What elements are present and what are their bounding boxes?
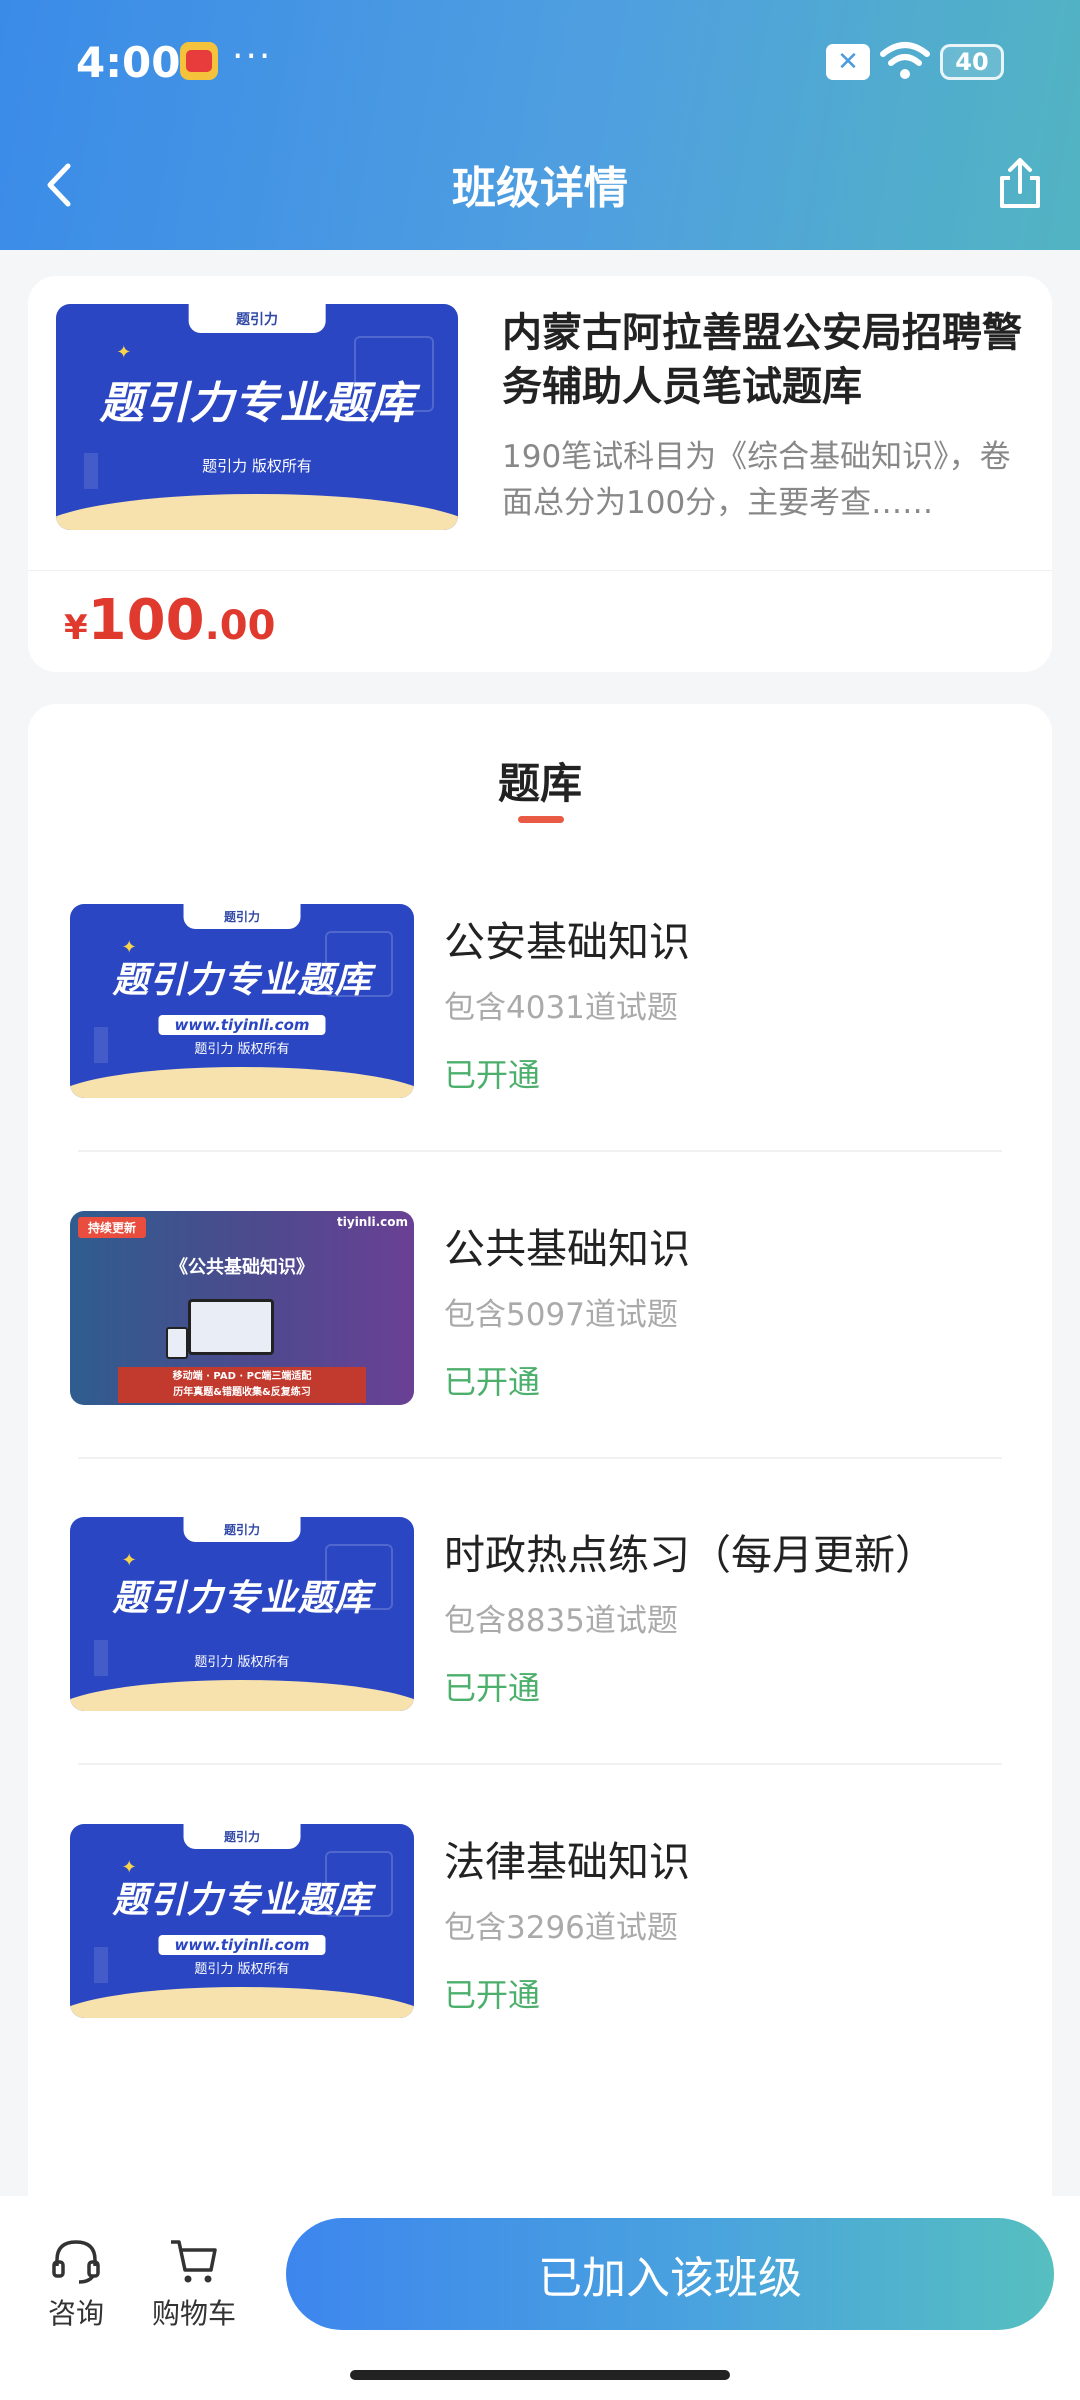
cart-button[interactable]: 购物车 [134, 2236, 254, 2332]
bank-item-public-basics[interactable]: 持续更新 tiyinli.com 《公共基础知识》 移动端 · PAD · PC… [28, 1211, 1052, 1517]
page-title: 班级详情 [452, 163, 628, 214]
bank-item-name: 法律基础知识 [444, 1838, 690, 1886]
divider [78, 1457, 1002, 1459]
price-decimal: .00 [204, 603, 276, 649]
divider [28, 570, 1052, 571]
status-bar: 4:00 ··· ✕ 40 [0, 0, 1080, 120]
bank-item-status: 已开通 [444, 1976, 541, 2014]
cover-headline: 题引力专业题库 [112, 959, 372, 1001]
cover-brand: tiyinli.com [337, 1215, 408, 1229]
wifi-icon [880, 42, 930, 79]
cover-url: www.tiyinli.com [158, 1014, 326, 1035]
cover-banner-line: 历年真题&错题收集&反复练习 [173, 1387, 311, 1398]
share-icon[interactable] [996, 156, 1044, 210]
bank-item-name: 公安基础知识 [444, 918, 690, 966]
cover-title: 《公共基础知识》 [170, 1257, 314, 1278]
headset-icon [52, 2240, 100, 2284]
cover-copyright: 题引力 版权所有 [194, 1655, 290, 1671]
cover-headline: 题引力专业题库 [112, 1578, 372, 1620]
bank-item-name: 公共基础知识 [444, 1225, 690, 1273]
consult-label: 咨询 [47, 2297, 104, 2330]
status-time: 4:00 [76, 38, 181, 87]
bank-item-name: 时政热点练习（每月更新） [444, 1531, 936, 1579]
cover-banner: 移动端 · PAD · PC端三端适配 历年真题&错题收集&反复练习 [118, 1367, 366, 1403]
tab-question-bank[interactable]: 题库 [28, 750, 1052, 811]
question-bank-section: 题库 题引力 ✦ 题引力专业题库 www.tiyinli.com 题引力 版权所… [28, 704, 1052, 2204]
monitor-icon [188, 1299, 274, 1355]
bank-item-status: 已开通 [444, 1056, 541, 1094]
cover-tab: 题引力 [183, 1517, 301, 1543]
active-tab-indicator [518, 816, 564, 823]
cover-tab: 题引力 [183, 904, 301, 930]
bank-item-status: 已开通 [444, 1363, 541, 1401]
bank-cover-image: 题引力 ✦ 题引力专业题库 www.tiyinli.com 题引力 版权所有 [70, 904, 414, 1098]
header: 4:00 ··· ✕ 40 班级详情 [0, 0, 1080, 250]
course-title: 内蒙古阿拉善盟公安局招聘警务辅助人员笔试题库 [502, 310, 1022, 410]
bank-item-current-affairs[interactable]: 题引力 ✦ 题引力专业题库 题引力 版权所有 时政热点练习（每月更新） 包含88… [28, 1517, 1052, 1823]
cover-copyright: 题引力 版权所有 [194, 1962, 290, 1978]
cover-tab: 题引力 [188, 304, 326, 334]
cover-copyright: 题引力 版权所有 [194, 1042, 290, 1058]
price-symbol: ¥ [64, 608, 88, 648]
bank-item-count: 包含5097道试题 [444, 1297, 678, 1333]
course-card[interactable]: 题引力 ✦ 题引力专业题库 题引力 版权所有 内蒙古阿拉善盟公安局招聘警务辅助人… [28, 276, 1052, 672]
more-notifications-icon: ··· [232, 36, 273, 77]
cover-url: www.tiyinli.com [158, 1934, 326, 1955]
cover-banner-line: 移动端 · PAD · PC端三端适配 [172, 1371, 312, 1382]
star-icon: ✦ [121, 1549, 137, 1571]
bank-cover-image: 题引力 ✦ 题引力专业题库 www.tiyinli.com 题引力 版权所有 [70, 1824, 414, 2018]
course-description: 190笔试科目为《综合基础知识》，卷面总分为100分，主要考查…… [502, 439, 1011, 521]
home-indicator[interactable] [350, 2370, 730, 2380]
shopping-cart-icon [171, 2240, 217, 2283]
price-integer: 100 [87, 588, 205, 653]
bank-item-count: 包含3296道试题 [444, 1910, 678, 1946]
divider [78, 1763, 1002, 1765]
bank-cover-image: 持续更新 tiyinli.com 《公共基础知识》 移动端 · PAD · PC… [70, 1211, 414, 1405]
course-cover-image: 题引力 ✦ 题引力专业题库 题引力 版权所有 [56, 304, 458, 530]
star-icon: ✦ [116, 342, 132, 364]
bank-item-count: 包含8835道试题 [444, 1603, 678, 1639]
cart-label: 购物车 [151, 2297, 236, 2330]
consult-button[interactable]: 咨询 [16, 2236, 136, 2332]
cover-headline: 题引力专业题库 [99, 378, 415, 430]
cover-tab: 题引力 [183, 1824, 301, 1850]
cover-copyright: 题引力 版权所有 [202, 456, 312, 475]
cover-ribbon: 持续更新 [78, 1217, 147, 1238]
phone-icon [166, 1327, 188, 1359]
battery-icon: 40 [940, 44, 1004, 80]
bank-item-count: 包含4031道试题 [444, 990, 678, 1026]
cover-headline: 题引力专业题库 [112, 1879, 372, 1921]
joined-class-button[interactable]: 已加入该班级 [286, 2218, 1054, 2330]
bank-item-police-basics[interactable]: 题引力 ✦ 题引力专业题库 www.tiyinli.com 题引力 版权所有 公… [28, 904, 1052, 1210]
divider [78, 1150, 1002, 1152]
app-notification-icon [180, 42, 218, 80]
bank-cover-image: 题引力 ✦ 题引力专业题库 题引力 版权所有 [70, 1517, 414, 1711]
blocked-icon: ✕ [826, 44, 870, 80]
bank-item-status: 已开通 [444, 1669, 541, 1707]
course-price: ¥100.00 [64, 588, 275, 653]
bank-item-law-basics[interactable]: 题引力 ✦ 题引力专业题库 www.tiyinli.com 题引力 版权所有 法… [28, 1824, 1052, 2130]
